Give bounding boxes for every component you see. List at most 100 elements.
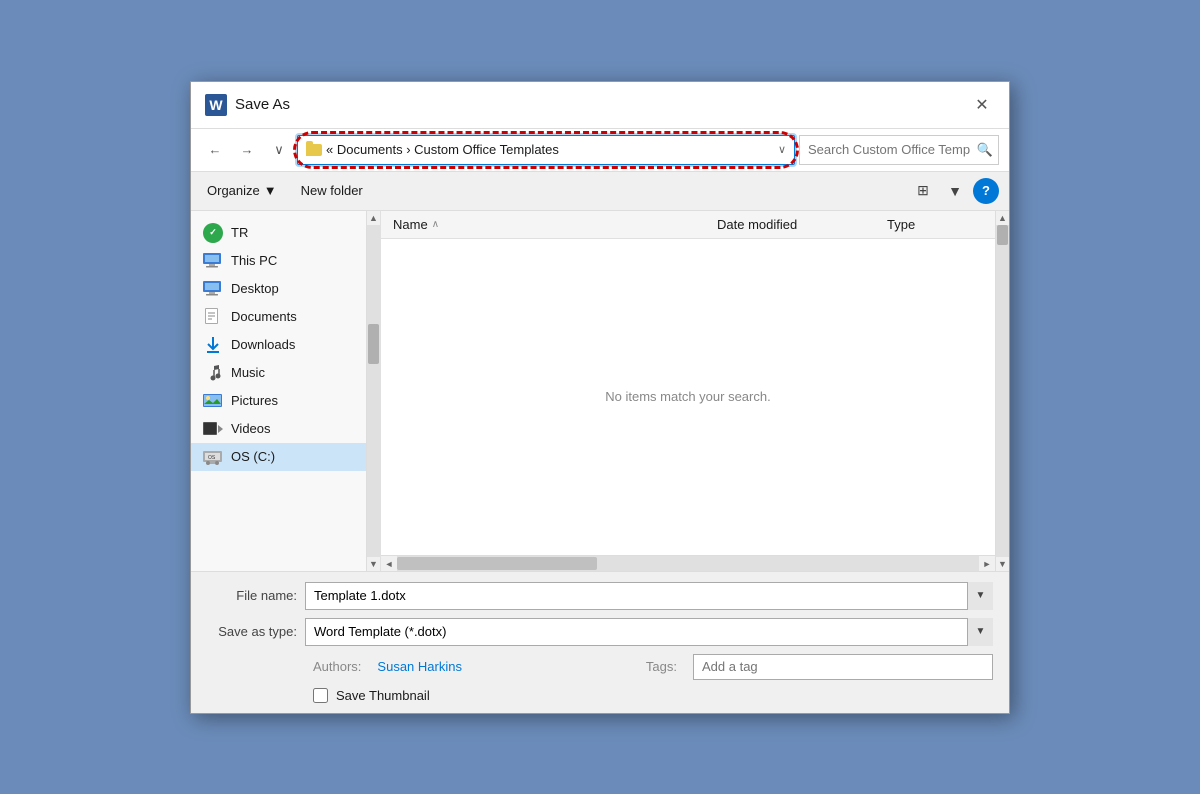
sidebar-scroll-track[interactable]: [367, 225, 380, 557]
search-container: 🔍: [799, 135, 999, 165]
tags-input[interactable]: [693, 654, 993, 680]
path-bar-wrapper: « Documents › Custom Office Templates ∨: [297, 135, 795, 165]
col-date-label: Date modified: [717, 217, 797, 232]
toolbar: Organize ▼ New folder ⊞ ▼ ?: [191, 172, 1009, 211]
col-date-header[interactable]: Date modified: [705, 217, 875, 232]
sidebar-label-thispc: This PC: [231, 253, 277, 268]
sidebar-scroll-up[interactable]: ▲: [367, 211, 381, 225]
word-icon: W: [205, 94, 227, 116]
pictures-icon: [203, 393, 223, 409]
view-icons: ⊞ ▼ ?: [909, 178, 999, 204]
file-header: Name ∧ Date modified Type: [381, 211, 995, 239]
file-scrollbar[interactable]: ▲ ▼: [995, 211, 1009, 571]
folder-icon: [306, 144, 322, 156]
help-button[interactable]: ?: [973, 178, 999, 204]
savetype-row: Save as type: ▼: [207, 618, 993, 646]
h-scroll-thumb: [397, 557, 597, 570]
sidebar-scrollbar[interactable]: ▲ ▼: [366, 211, 380, 571]
filename-input[interactable]: [305, 582, 993, 610]
new-folder-button[interactable]: New folder: [295, 180, 369, 201]
sidebar-item-videos[interactable]: Videos: [191, 415, 366, 443]
filename-label: File name:: [207, 588, 297, 603]
sidebar-label-osc: OS (C:): [231, 449, 275, 464]
sidebar-item-desktop[interactable]: Desktop: [191, 275, 366, 303]
close-button[interactable]: ✕: [969, 92, 995, 118]
organize-button[interactable]: Organize ▼: [201, 180, 283, 201]
nav-dropdown-button[interactable]: ∨: [265, 136, 293, 164]
h-scroll-right[interactable]: ►: [979, 556, 995, 572]
savetype-dropdown[interactable]: ▼: [967, 618, 993, 646]
new-folder-label: New folder: [301, 183, 363, 198]
empty-message: No items match your search.: [605, 389, 770, 404]
sidebar-with-scroll: ✓ TR This PC Desktop: [191, 211, 381, 571]
search-icon: 🔍: [977, 142, 993, 158]
path-bar[interactable]: « Documents › Custom Office Templates ∨: [297, 135, 795, 165]
main-content: ✓ TR This PC Desktop: [191, 211, 1009, 571]
sidebar-item-osc[interactable]: OS OS (C:): [191, 443, 366, 471]
file-with-scroll: Name ∧ Date modified Type No items match…: [381, 211, 1009, 571]
back-button[interactable]: ←: [201, 136, 229, 164]
view-mode-button[interactable]: ⊞: [909, 178, 937, 204]
file-main: Name ∧ Date modified Type No items match…: [381, 211, 995, 571]
file-scroll-thumb: [997, 225, 1008, 245]
sidebar-item-pictures[interactable]: Pictures: [191, 387, 366, 415]
h-scrollbar[interactable]: ◄ ►: [381, 555, 995, 571]
sidebar-label-desktop: Desktop: [231, 281, 279, 296]
h-scroll-track[interactable]: [397, 556, 979, 571]
col-type-header[interactable]: Type: [875, 217, 995, 232]
sidebar-label-pictures: Pictures: [231, 393, 278, 408]
sidebar-item-tr[interactable]: ✓ TR: [191, 219, 366, 247]
path-text: « Documents › Custom Office Templates: [326, 142, 774, 157]
file-scroll-down[interactable]: ▼: [996, 557, 1010, 571]
filename-row: File name: ▼: [207, 582, 993, 610]
sidebar-label-tr: TR: [231, 225, 248, 240]
sidebar-label-downloads: Downloads: [231, 337, 295, 352]
file-scroll-up[interactable]: ▲: [996, 211, 1010, 225]
documents-icon: [203, 309, 223, 325]
videos-icon: [203, 421, 223, 437]
music-icon: [203, 365, 223, 381]
sidebar-item-music[interactable]: Music: [191, 359, 366, 387]
savetype-input[interactable]: [305, 618, 993, 646]
file-scroll-track[interactable]: [996, 225, 1009, 557]
downloads-icon: [203, 337, 223, 353]
forward-button[interactable]: →: [233, 136, 261, 164]
col-type-label: Type: [887, 217, 915, 232]
h-scroll-left[interactable]: ◄: [381, 556, 397, 572]
filename-input-wrapper: ▼: [305, 582, 993, 610]
tags-label: Tags:: [646, 659, 677, 674]
organize-arrow-icon: ▼: [264, 183, 277, 198]
authors-label: Authors:: [313, 659, 361, 674]
tr-icon: ✓: [203, 225, 223, 241]
file-list-empty: No items match your search.: [381, 239, 995, 555]
search-input[interactable]: [799, 135, 999, 165]
nav-bar: ← → ∨ « Documents › Custom Office Templa…: [191, 129, 1009, 172]
desktop-icon: [203, 281, 223, 297]
dialog-title: Save As: [235, 96, 290, 113]
col-name-label: Name: [393, 217, 428, 232]
col-name-header[interactable]: Name ∧: [381, 217, 705, 232]
sidebar-label-music: Music: [231, 365, 265, 380]
sidebar-scroll-down[interactable]: ▼: [367, 557, 381, 571]
thumbnail-row: Save Thumbnail: [207, 688, 993, 703]
view-dropdown-button[interactable]: ▼: [941, 178, 969, 204]
sidebar: ✓ TR This PC Desktop: [191, 211, 366, 571]
osc-icon: OS: [203, 449, 223, 465]
sidebar-label-videos: Videos: [231, 421, 271, 436]
filename-dropdown[interactable]: ▼: [967, 582, 993, 610]
thispc-icon: [203, 253, 223, 269]
thumbnail-checkbox[interactable]: [313, 688, 328, 703]
sidebar-item-downloads[interactable]: Downloads: [191, 331, 366, 359]
sidebar-item-thispc[interactable]: This PC: [191, 247, 366, 275]
author-name[interactable]: Susan Harkins: [377, 659, 462, 674]
savetype-label: Save as type:: [207, 624, 297, 639]
path-chevron-icon: ∨: [778, 143, 786, 156]
organize-label: Organize: [207, 183, 260, 198]
thumbnail-label[interactable]: Save Thumbnail: [336, 688, 430, 703]
sidebar-item-documents[interactable]: Documents: [191, 303, 366, 331]
svg-text:OS: OS: [208, 455, 216, 461]
save-as-dialog: W Save As ✕ ← → ∨ « Documents › Custom O…: [190, 81, 1010, 714]
footer: File name: ▼ Save as type: ▼ Authors: Su…: [191, 571, 1009, 713]
meta-row: Authors: Susan Harkins Tags:: [207, 654, 993, 680]
sidebar-label-documents: Documents: [231, 309, 297, 324]
